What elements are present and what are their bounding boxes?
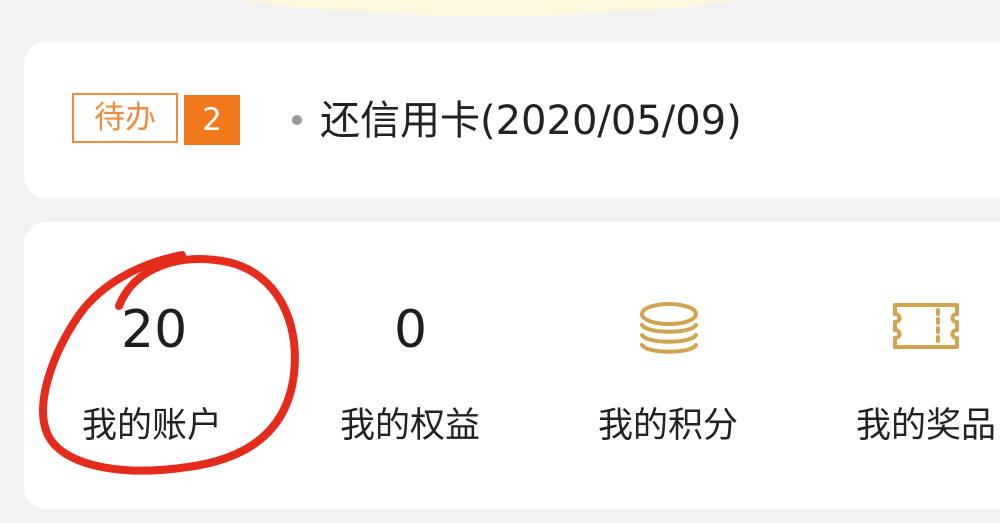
account-label: 我的账户: [82, 406, 223, 446]
ticket-icon: [893, 303, 959, 349]
benefits-value: 0: [394, 300, 428, 360]
coin-stack-icon: [640, 302, 698, 354]
prizes-label: 我的奖品: [856, 406, 997, 446]
assets-card: [24, 222, 1000, 509]
account-value: 20: [121, 300, 188, 360]
todo-item-text[interactable]: 还信用卡(2020/05/09): [320, 94, 742, 148]
todo-count-badge: 2: [184, 95, 240, 145]
benefits-label: 我的权益: [340, 406, 481, 446]
header-glow: [170, 0, 810, 16]
todo-tag: 待办: [72, 93, 178, 143]
points-label: 我的积分: [598, 406, 739, 446]
todo-bullet-dot: [292, 115, 302, 125]
